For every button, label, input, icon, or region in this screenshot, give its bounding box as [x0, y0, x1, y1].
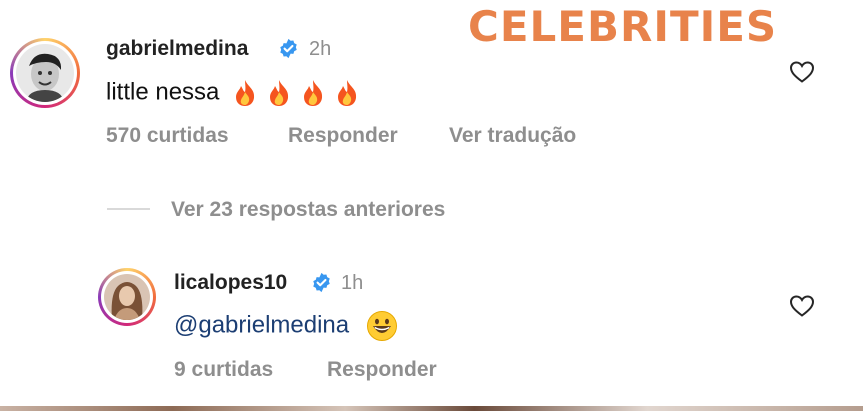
comment-text: @gabrielmedina [174, 310, 398, 342]
profile-photo-icon [16, 44, 74, 102]
fire-emoji-icon [338, 80, 357, 106]
comment-username[interactable]: gabrielmedina [106, 37, 248, 61]
like-heart-icon[interactable] [789, 294, 815, 318]
comment-timestamp: 1h [341, 272, 364, 294]
comment-text: little nessa [106, 78, 362, 108]
reply-button[interactable]: Responder [327, 358, 437, 382]
grinning-face-emoji-icon [366, 311, 397, 341]
comment-text-body: little nessa [106, 78, 220, 106]
translate-button[interactable]: Ver tradução [449, 124, 576, 148]
verified-badge-icon [313, 272, 330, 293]
view-previous-replies-button[interactable]: Ver 23 respostas anteriores [171, 198, 445, 222]
comment-timestamp: 2h [309, 38, 332, 60]
like-heart-icon[interactable] [789, 60, 815, 84]
thread-divider [107, 208, 150, 210]
like-count[interactable]: 9 curtidas [174, 358, 273, 382]
fire-emoji-row [219, 78, 362, 106]
fire-emoji-icon [236, 80, 255, 106]
avatar-licalopes10[interactable] [98, 268, 156, 326]
verified-badge-icon [280, 38, 297, 59]
avatar-gabrielmedina[interactable] [10, 38, 80, 108]
comment-username[interactable]: licalopes10 [174, 271, 287, 295]
fire-emoji-icon [270, 80, 289, 106]
cropped-image-strip [0, 406, 863, 411]
mention-link[interactable]: @gabrielmedina [174, 311, 349, 338]
profile-photo-icon [104, 274, 150, 320]
fire-emoji-icon [304, 80, 323, 106]
like-count[interactable]: 570 curtidas [106, 124, 229, 148]
overlay-title: CELEBRITIES [468, 2, 778, 51]
reply-button[interactable]: Responder [288, 124, 398, 148]
